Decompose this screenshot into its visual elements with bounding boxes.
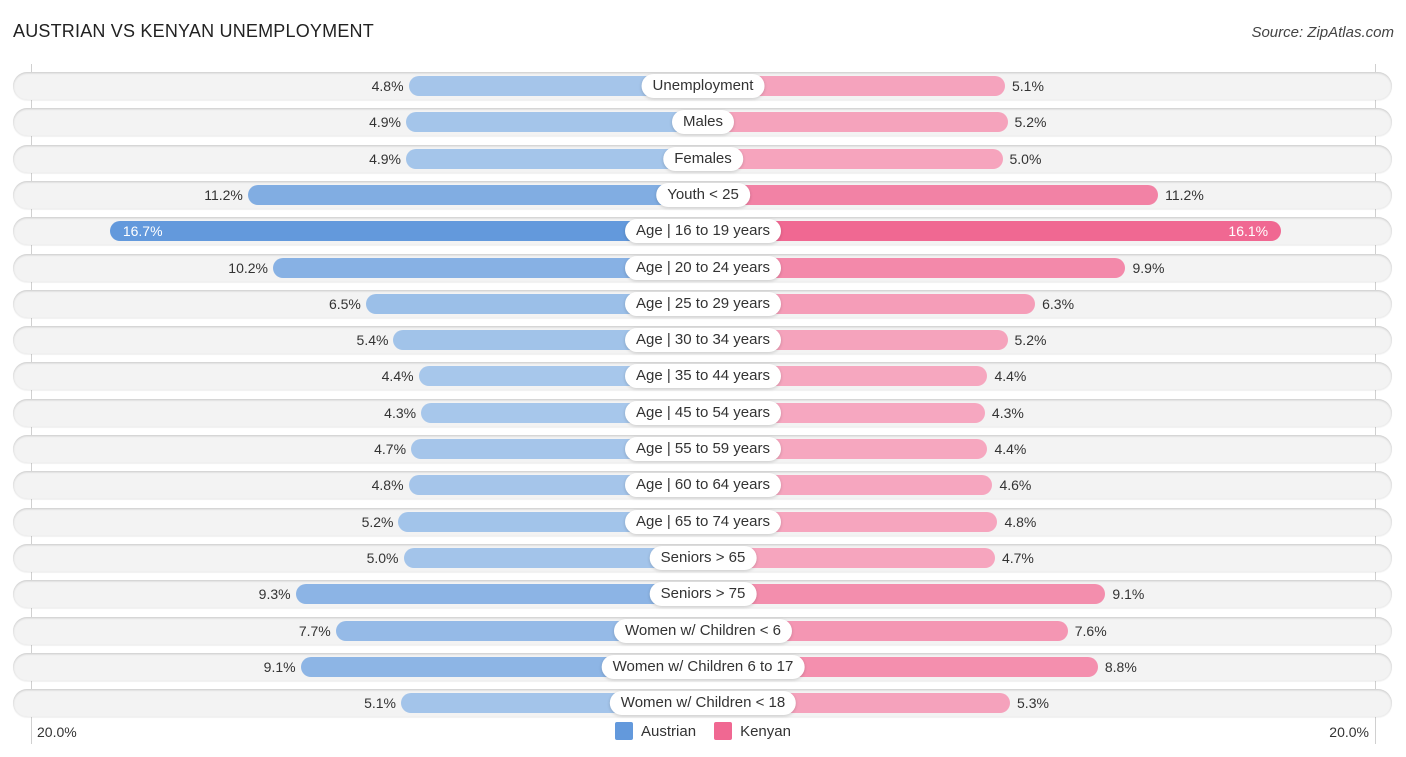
value-label-kenyan: 7.6% [1074, 623, 1107, 639]
category-label: Age | 16 to 19 years [625, 219, 781, 243]
bar-kenyan[interactable] [703, 185, 1159, 205]
bar-austrian[interactable] [406, 149, 703, 169]
value-label-kenyan: 6.3% [1042, 296, 1075, 312]
category-label: Age | 65 to 74 years [625, 510, 781, 534]
value-label-austrian: 4.8% [371, 78, 404, 94]
value-label-austrian: 16.7% [122, 223, 163, 239]
category-label: Males [671, 110, 735, 134]
bar-austrian[interactable] [247, 185, 703, 205]
bar-austrian[interactable] [406, 112, 703, 132]
value-label-austrian: 4.4% [381, 368, 414, 384]
value-label-austrian: 5.2% [361, 514, 394, 530]
value-label-kenyan: 5.2% [1014, 332, 1047, 348]
category-label: Age | 45 to 54 years [625, 401, 781, 425]
value-label-kenyan: 5.1% [1012, 78, 1044, 94]
value-label-kenyan: 4.7% [1001, 550, 1034, 566]
legend-label-austrian: Austrian [641, 722, 697, 740]
category-label: Women w/ Children < 18 [609, 691, 797, 715]
value-label-austrian: 5.4% [356, 332, 389, 348]
value-label-austrian: 4.3% [384, 405, 417, 421]
category-label: Seniors > 65 [649, 546, 757, 570]
value-label-kenyan: 16.1% [1228, 223, 1269, 239]
value-label-kenyan: 9.9% [1132, 260, 1165, 276]
value-label-kenyan: 5.2% [1014, 114, 1047, 130]
value-label-kenyan: 5.0% [1009, 151, 1042, 167]
category-label: Women w/ Children < 6 [613, 619, 793, 643]
value-label-austrian: 4.9% [369, 151, 402, 167]
value-label-kenyan: 4.4% [994, 441, 1027, 457]
value-label-kenyan: 4.8% [1004, 514, 1037, 530]
value-label-austrian: 9.3% [258, 586, 291, 602]
category-label: Unemployment [641, 74, 765, 98]
legend: Austrian Kenyan [0, 722, 1406, 740]
legend-label-kenyan: Kenyan [740, 722, 791, 740]
value-label-kenyan: 11.2% [1165, 187, 1204, 203]
category-label: Seniors > 75 [649, 582, 757, 606]
value-label-austrian: 5.1% [364, 695, 396, 711]
category-label: Age | 35 to 44 years [625, 364, 781, 388]
bar-kenyan[interactable] [703, 221, 1282, 241]
legend-item-austrian[interactable]: Austrian [615, 722, 696, 740]
value-label-austrian: 9.1% [263, 659, 296, 675]
value-label-austrian: 4.8% [371, 477, 404, 493]
value-label-austrian: 4.7% [374, 441, 407, 457]
value-label-kenyan: 4.6% [999, 477, 1032, 493]
bar-kenyan[interactable] [703, 112, 1008, 132]
category-label: Age | 60 to 64 years [625, 473, 781, 497]
category-label: Age | 55 to 59 years [625, 437, 781, 461]
value-label-austrian: 10.2% [228, 260, 268, 276]
category-label: Women w/ Children 6 to 17 [601, 655, 805, 679]
legend-item-kenyan[interactable]: Kenyan [714, 722, 791, 740]
value-label-austrian: 11.2% [204, 187, 243, 203]
category-label: Youth < 25 [656, 183, 750, 207]
bar-kenyan[interactable] [703, 584, 1106, 604]
value-label-austrian: 5.0% [366, 550, 399, 566]
value-label-austrian: 7.7% [298, 623, 331, 639]
value-label-austrian: 6.5% [328, 296, 361, 312]
bar-austrian[interactable] [295, 584, 703, 604]
value-label-kenyan: 9.1% [1112, 586, 1145, 602]
value-label-kenyan: 5.3% [1017, 695, 1049, 711]
category-label: Age | 30 to 34 years [625, 328, 781, 352]
legend-swatch-austrian [615, 722, 634, 740]
value-label-kenyan: 8.8% [1104, 659, 1137, 675]
category-label: Age | 20 to 24 years [625, 256, 781, 280]
value-label-kenyan: 4.3% [991, 405, 1024, 421]
legend-swatch-kenyan [714, 722, 733, 740]
bar-kenyan[interactable] [703, 149, 1003, 169]
bar-austrian[interactable] [109, 221, 703, 241]
chart-rows: 4.8% 5.1% Unemployment 4.9% 5.2% Males 4.9% 5.0… [0, 0, 1406, 757]
category-label: Females [663, 147, 743, 171]
value-label-kenyan: 4.4% [994, 368, 1027, 384]
category-label: Age | 25 to 29 years [625, 292, 781, 316]
value-label-austrian: 4.9% [369, 114, 402, 130]
